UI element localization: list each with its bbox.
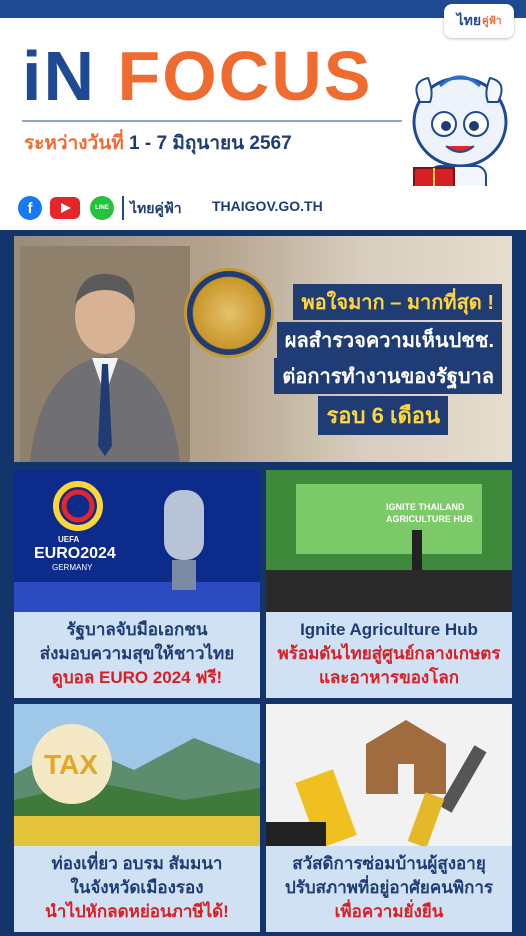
tax-text: TAX (44, 749, 98, 780)
card-line-3: และอาหารของโลก (318, 668, 460, 687)
agriculture-hub-image: IGNITE THAILAND AGRICULTURE HUB (266, 470, 512, 612)
hero-line-3: ต่อการทำงานของรัฐบาล (274, 358, 502, 394)
card-line-3: ดูบอล EURO 2024 ฟรี! (51, 668, 223, 687)
logo-sub-text: คู่ฟ้า (482, 15, 502, 27)
date-prefix: ระหว่างวันที่ (24, 133, 124, 154)
government-seal-icon (184, 268, 274, 358)
agri-hub-line2: AGRICULTURE HUB (386, 514, 473, 524)
youtube-icon[interactable] (50, 197, 80, 219)
hero-headline: พอใจมาก – มากที่สุด ! (293, 284, 502, 320)
card-line-2: พร้อมดันไทยสู่ศูนย์กลางเกษตร (277, 644, 501, 663)
title-focus: FOCUS (117, 37, 373, 115)
facebook-icon[interactable]: f (18, 196, 42, 220)
news-card-tax-deduction[interactable]: TAX ท่องเที่ยว อบรม สัมมนา ในจังหวัดเมือ… (14, 704, 260, 932)
news-card-home-repair[interactable]: สวัสดิการซ่อมบ้านผู้สูงอายุ ปรับสภาพที่อ… (266, 704, 512, 932)
page-title: iN FOCUS (22, 36, 372, 116)
line-icon[interactable]: LINE (90, 196, 114, 220)
news-card-agriculture-hub[interactable]: IGNITE THAILAND AGRICULTURE HUB Ignite A… (266, 470, 512, 698)
date-value: 1 - 7 มิถุนายน 2567 (129, 133, 292, 154)
social-account-name: ไทยคู่ฟ้า (130, 200, 182, 216)
prime-minister-photo (20, 246, 190, 462)
date-range: ระหว่างวันที่ 1 - 7 มิถุนายน 2567 (24, 128, 292, 158)
card-line-1: Ignite Agriculture Hub (300, 620, 478, 639)
title-in: iN (22, 37, 96, 115)
card-line-3: เพื่อความยั่งยืน (334, 902, 444, 921)
card-line-2: ส่งมอบความสุขให้ชาวไทย (39, 644, 235, 663)
title-divider (22, 120, 402, 122)
euro2024-image: UEFA EURO2024 GERMANY (14, 470, 260, 612)
card-text: Ignite Agriculture Hub พร้อมดันไทยสู่ศูน… (266, 618, 512, 698)
euro-title-text: EURO2024 (34, 545, 116, 562)
news-card-euro2024[interactable]: UEFA EURO2024 GERMANY รัฐบาลจับมือเอกชน … (14, 470, 260, 698)
card-text: ท่องเที่ยว อบรม สัมมนา ในจังหวัดเมืองรอง… (14, 852, 260, 932)
hero-line-4: รอบ 6 เดือน (318, 396, 448, 435)
card-line-1: ท่องเที่ยว อบรม สัมมนา (51, 854, 223, 873)
social-bar: f LINE ไทยคู่ฟ้า THAIGOV.GO.TH (0, 186, 526, 230)
euro-germany-text: GERMANY (52, 563, 93, 572)
home-repair-tools-image (266, 704, 512, 846)
card-line-1: รัฐบาลจับมือเอกชน (66, 620, 208, 639)
card-line-3: นำไปหักลดหย่อนภาษีได้! (45, 902, 229, 921)
card-line-2: ปรับสภาพที่อยู่อาศัยคนพิการ (284, 878, 494, 897)
agri-hub-line1: IGNITE THAILAND (386, 502, 465, 512)
card-line-1: สวัสดิการซ่อมบ้านผู้สูงอายุ (292, 854, 486, 873)
header: ไทย คู่ฟ้า iN FOCUS ระหว่างวันที่ 1 - 7 ม… (0, 0, 526, 230)
card-text: สวัสดิการซ่อมบ้านผู้สูงอายุ ปรับสภาพที่อ… (266, 852, 512, 932)
card-line-2: ในจังหวัดเมืองรอง (70, 878, 204, 897)
euro-uefa-text: UEFA (58, 535, 80, 544)
card-text: รัฐบาลจับมือเอกชน ส่งมอบความสุขให้ชาวไทย… (14, 618, 260, 698)
social-divider (122, 196, 124, 220)
logo-main-text: ไทย (456, 13, 482, 29)
hero-line-2: ผลสำรวจความเห็นปชช. (276, 322, 502, 358)
thai-koo-fah-logo[interactable]: ไทย คู่ฟ้า (444, 4, 514, 38)
hero-panel[interactable]: พอใจมาก – มากที่สุด ! ผลสำรวจความเห็นปชช… (14, 236, 512, 462)
website-link[interactable]: THAIGOV.GO.TH (212, 198, 323, 214)
tax-mountain-image: TAX (14, 704, 260, 846)
